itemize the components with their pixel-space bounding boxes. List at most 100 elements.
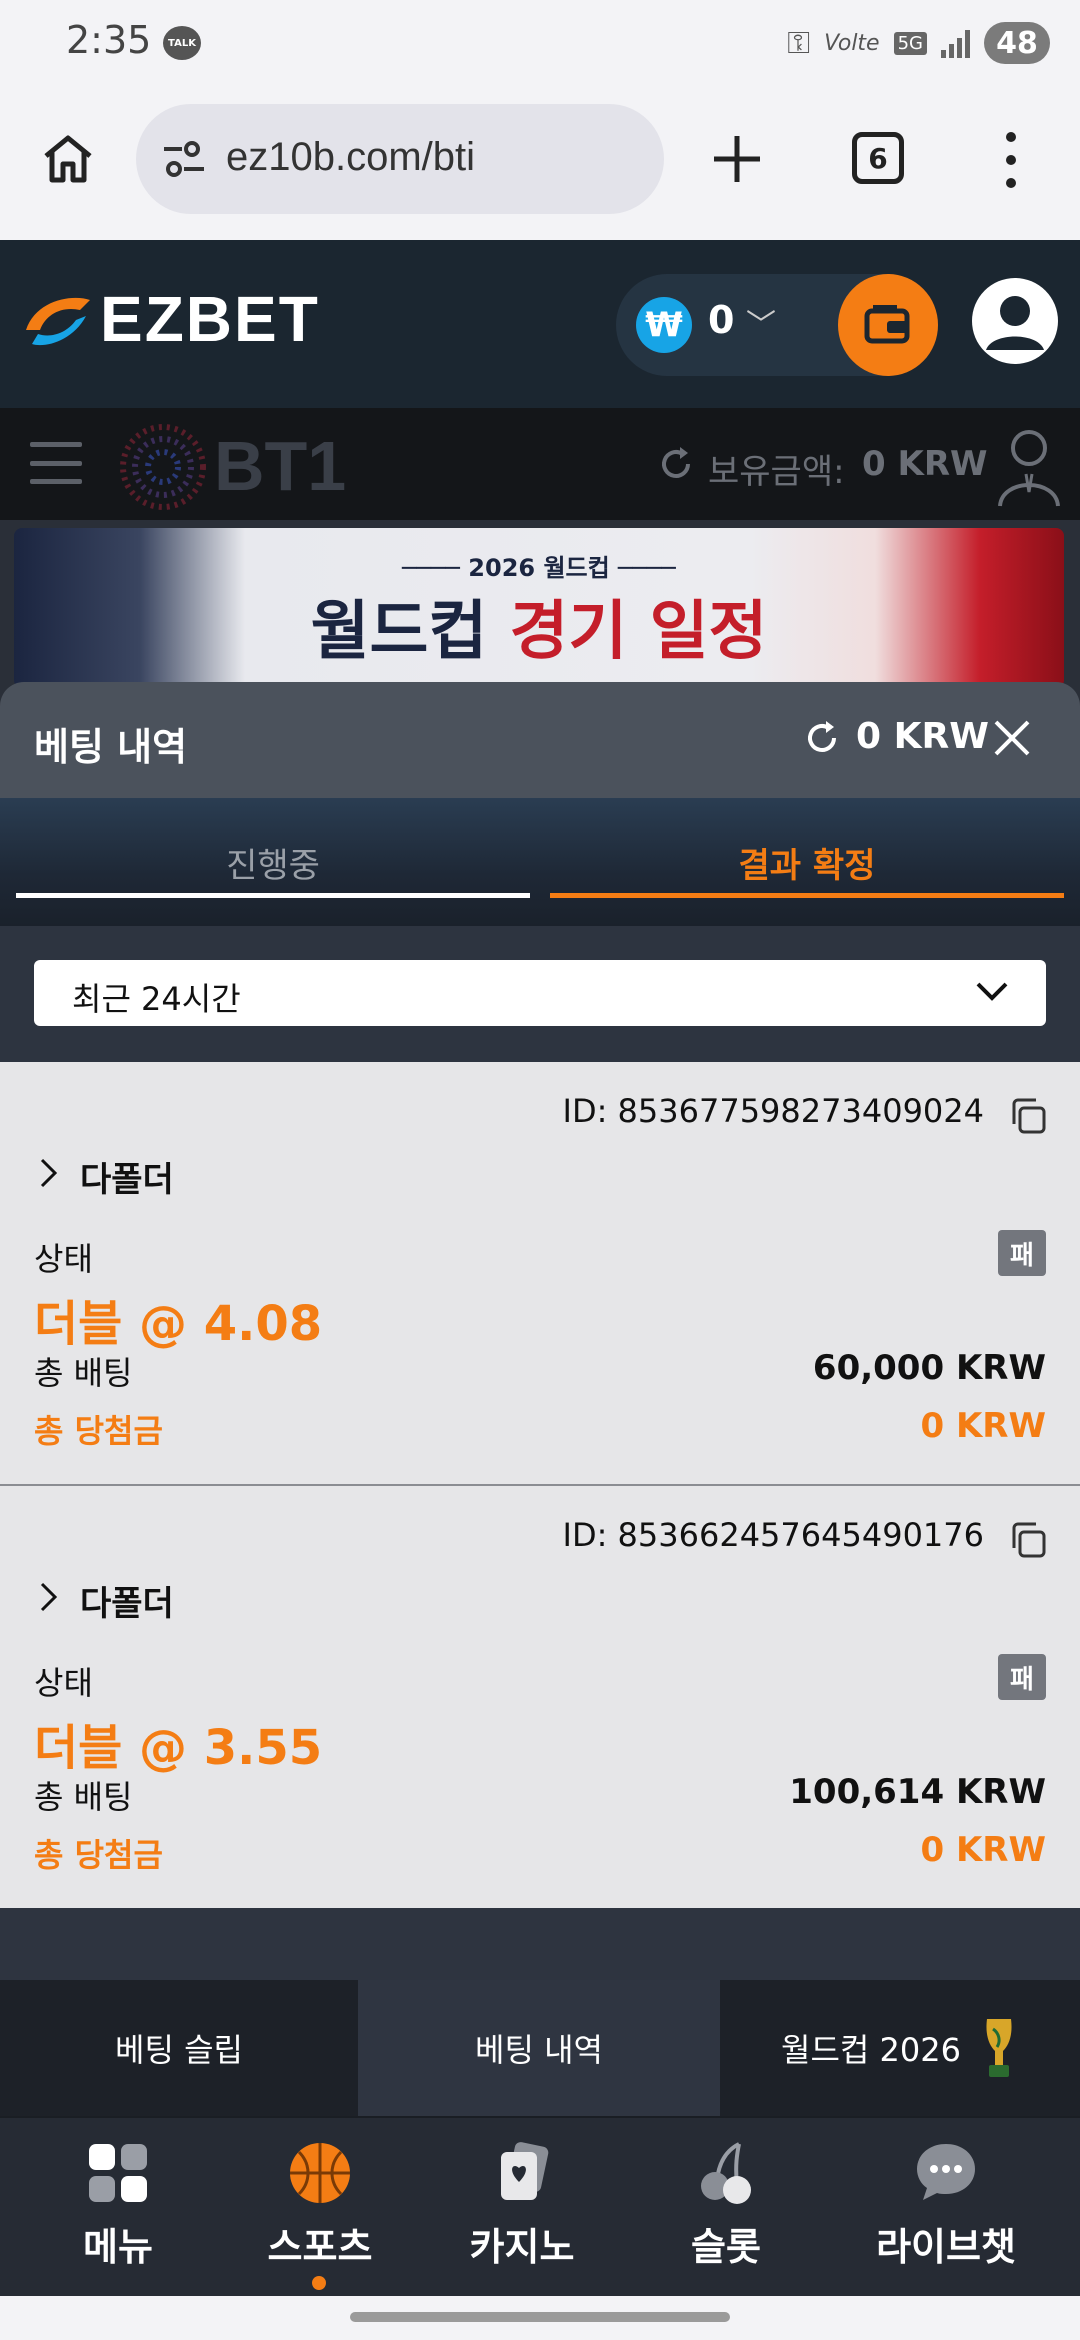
- bet-id: ID: 853662457645490176: [562, 1516, 985, 1554]
- nav-casino-label: 카지노: [469, 2225, 575, 2269]
- active-nav-indicator: [312, 2276, 326, 2290]
- banner-title: 월드컵 경기 일정: [14, 580, 1064, 672]
- refresh-icon[interactable]: [802, 718, 842, 758]
- trophy-icon: [986, 2019, 1012, 2077]
- time-range-value: 최근 24시간: [72, 980, 241, 1018]
- site-settings-icon[interactable]: [160, 139, 208, 179]
- refresh-icon[interactable]: [656, 444, 696, 484]
- basketball-icon: [290, 2143, 350, 2203]
- bet-type[interactable]: 다폴더: [80, 1152, 174, 1201]
- chat-icon: [917, 2144, 975, 2200]
- result-badge: 패: [998, 1230, 1046, 1276]
- tab-in-progress-label: 진행중: [226, 845, 320, 886]
- tab-worldcup-label: 월드컵 2026: [781, 2031, 961, 2069]
- volte-indicator: Volte: [824, 30, 880, 56]
- stake-label: 총 배팅: [34, 1354, 133, 1392]
- bet-history-balance: 0 KRW: [856, 716, 989, 757]
- chevron-down-icon[interactable]: ﹀: [746, 300, 776, 344]
- tab-bet-history[interactable]: 베팅 내역: [358, 1980, 720, 2116]
- time-range-select[interactable]: 최근 24시간: [34, 960, 1046, 1026]
- user-avatar-icon[interactable]: [972, 278, 1058, 364]
- bet-type[interactable]: 다폴더: [80, 1576, 174, 1625]
- cards-icon: [501, 2142, 549, 2200]
- result-badge: 패: [998, 1654, 1046, 1700]
- chevron-right-icon[interactable]: [38, 1156, 60, 1190]
- cherry-icon: [701, 2142, 751, 2204]
- ezbet-logo-mark[interactable]: [22, 290, 94, 352]
- bet-card: ID: 853662457645490176 다폴더 상태 패 더블 @ 3.5…: [0, 1486, 1080, 1910]
- gesture-handle[interactable]: [350, 2312, 730, 2322]
- bet-history-header: 베팅 내역 0 KRW: [0, 682, 1080, 798]
- win-label: 총 당첨금: [34, 1836, 163, 1874]
- wallet-icon: [864, 305, 910, 344]
- tab-settled[interactable]: 결과 확정: [550, 798, 1064, 926]
- chevron-right-icon[interactable]: [38, 1580, 60, 1614]
- nav-sports[interactable]: 스포츠: [230, 2140, 410, 2290]
- wallet-button[interactable]: [838, 274, 938, 376]
- status-time: 2:35: [66, 18, 152, 62]
- more-options-icon[interactable]: [1000, 132, 1022, 188]
- hold-amount-label: 보유금액:: [708, 452, 845, 492]
- stake-value: 60,000 KRW: [812, 1348, 1046, 1388]
- hamburger-menu-icon[interactable]: [30, 442, 82, 484]
- ezbet-logo[interactable]: EZBET: [100, 282, 320, 356]
- bet-list: ID: 853677598273409024 다폴더 상태 패 더블 @ 4.0…: [0, 1062, 1080, 1910]
- sportsbook-bar: BT1 보유금액: 0 KRW: [0, 408, 1080, 520]
- tab-bet-history-label: 베팅 내역: [475, 2031, 603, 2069]
- close-icon[interactable]: [992, 718, 1032, 758]
- worldcup-banner[interactable]: ──── 2026 월드컵 ──── 월드컵 경기 일정: [14, 528, 1064, 688]
- bet-id: ID: 853677598273409024: [562, 1092, 985, 1130]
- bet-odds: 더블 @ 3.55: [34, 1720, 323, 1776]
- bet-status-tabs: 진행중 결과 확정: [0, 798, 1080, 926]
- account-icon[interactable]: [996, 426, 1062, 508]
- nav-casino[interactable]: 카지노: [432, 2140, 612, 2290]
- status-label: 상태: [34, 1664, 93, 1702]
- site-header: EZBET ₩ 0 ﹀: [0, 240, 1080, 408]
- stake-label: 총 배팅: [34, 1778, 133, 1816]
- tab-switcher-icon[interactable]: 6: [852, 132, 904, 184]
- hold-amount-value: 0 KRW: [862, 444, 988, 484]
- browser-toolbar: ez10b.com/bti 6: [0, 90, 1080, 240]
- copy-icon[interactable]: [1008, 1520, 1048, 1560]
- grid-icon: [89, 2144, 147, 2202]
- betslip-subtabs: 베팅 슬립 베팅 내역 월드컵 2026: [0, 1980, 1080, 2116]
- nav-sports-label: 스포츠: [267, 2225, 373, 2269]
- url-text: ez10b.com/bti: [226, 135, 476, 179]
- bottom-navigation: 메뉴 스포츠 카지노 슬롯 라이브챗: [0, 2116, 1080, 2296]
- banner-year: ──── 2026 월드컵 ────: [402, 554, 676, 582]
- banner-title-main: 월드컵: [310, 595, 488, 669]
- nav-menu[interactable]: 메뉴: [28, 2140, 208, 2290]
- tab-worldcup-2026[interactable]: 월드컵 2026: [720, 1980, 1080, 2116]
- home-icon[interactable]: [40, 130, 96, 186]
- tab-in-progress[interactable]: 진행중: [16, 798, 530, 926]
- status-label: 상태: [34, 1240, 93, 1278]
- battery-icon: 48: [984, 22, 1050, 64]
- address-bar[interactable]: ez10b.com/bti: [136, 104, 664, 214]
- nav-menu-label: 메뉴: [83, 2225, 153, 2269]
- gesture-bar: [0, 2296, 1080, 2340]
- copy-icon[interactable]: [1008, 1096, 1048, 1136]
- win-label: 총 당첨금: [34, 1412, 163, 1450]
- tab-bet-slip[interactable]: 베팅 슬립: [0, 1980, 358, 2116]
- nav-livechat[interactable]: 라이브챗: [856, 2140, 1036, 2290]
- chevron-down-icon: [976, 982, 1008, 1001]
- tab-settled-label: 결과 확정: [738, 845, 876, 886]
- talk-notification-icon: TALK: [163, 26, 201, 60]
- nav-slots[interactable]: 슬롯: [636, 2140, 816, 2290]
- new-tab-icon[interactable]: [710, 132, 764, 186]
- network-type: 5G: [893, 31, 927, 55]
- bt1-logo[interactable]: BT1: [214, 426, 346, 506]
- banner-title-accent: 경기 일정: [509, 595, 768, 669]
- filter-area: 최근 24시간: [0, 926, 1080, 1062]
- bet-odds: 더블 @ 4.08: [34, 1296, 323, 1352]
- nav-livechat-label: 라이브챗: [876, 2225, 1016, 2269]
- stake-value: 100,614 KRW: [789, 1772, 1046, 1812]
- win-value: 0 KRW: [920, 1830, 1046, 1870]
- panel-spacer: [0, 1908, 1080, 1980]
- nav-slots-label: 슬롯: [691, 2225, 761, 2269]
- status-icons: ⚿ Volte 5G 48: [787, 20, 1050, 66]
- bet-history-title: 베팅 내역: [34, 725, 188, 769]
- wallet-balance-pill[interactable]: ₩ 0 ﹀: [616, 274, 938, 376]
- signal-icon: [941, 28, 970, 58]
- status-bar: 2:35 TALK ⚿ Volte 5G 48: [0, 0, 1080, 90]
